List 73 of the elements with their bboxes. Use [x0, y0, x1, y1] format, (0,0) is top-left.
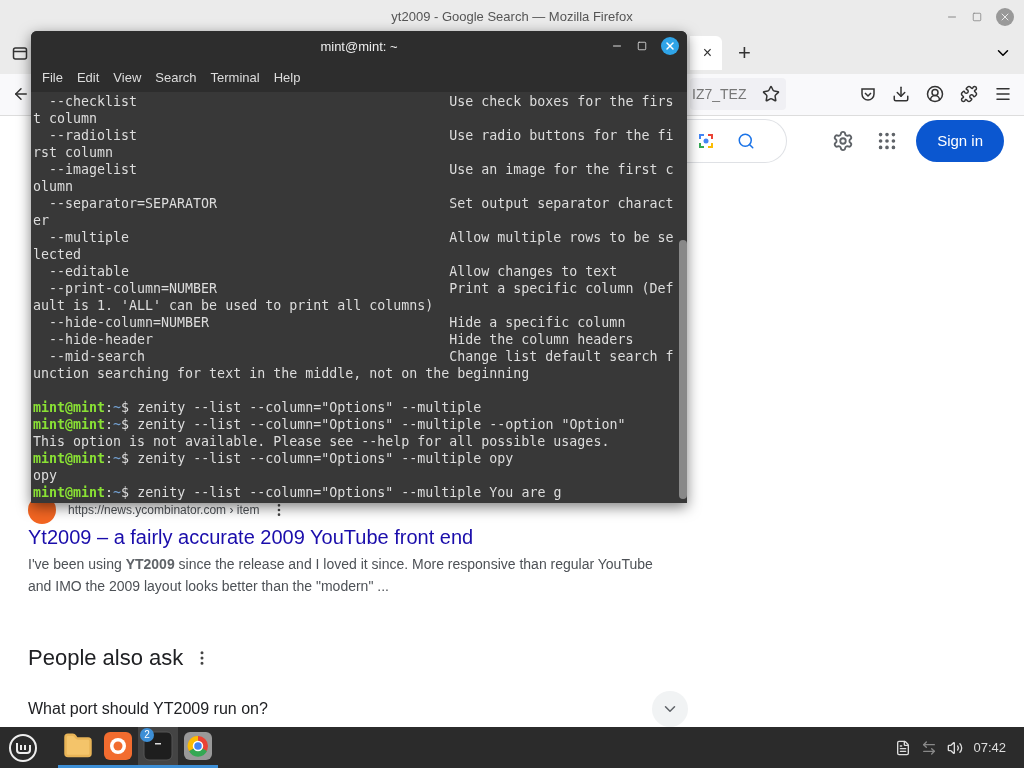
output-line: ault is 1. 'ALL' can be used to print all columns) [33, 297, 434, 314]
option-description: Use radio buttons for the fi [449, 127, 674, 144]
close-icon [999, 11, 1011, 23]
option-description: Allow multiple rows to be se [449, 229, 674, 246]
option-name: --hide-header [48, 331, 155, 348]
download-icon[interactable] [892, 85, 910, 104]
menu-item[interactable]: View [106, 69, 149, 85]
sign-in-button[interactable]: Sign in [916, 119, 1004, 162]
option-name: --multiple [48, 229, 131, 246]
lens-icon[interactable] [697, 131, 716, 150]
browser-logo-icon[interactable] [183, 731, 213, 761]
menu-item[interactable]: Help [266, 69, 308, 85]
star-icon[interactable] [762, 85, 780, 104]
output-line: olumn [33, 178, 74, 195]
option-description: Hide a specific column [449, 314, 626, 331]
window-title: yt2009 - Google Search — Mozilla Firefox [391, 9, 633, 24]
tab-close-button[interactable]: × [698, 44, 716, 63]
option-description: Set output separator charact [449, 195, 674, 212]
close-icon [664, 40, 676, 52]
network-icon[interactable] [921, 739, 938, 756]
output-line: lected [33, 246, 82, 263]
result-title-link[interactable]: Yt2009 – a fairly accurate 2009 YouTube front end [28, 526, 688, 549]
menu-item[interactable]: Terminal [203, 69, 267, 85]
option-name: --hide-column=NUMBER [48, 314, 211, 331]
section-heading: People also ask [28, 645, 184, 671]
menu-item[interactable]: File [35, 69, 70, 85]
output-line: t column [33, 110, 98, 127]
output-line: opy [33, 467, 58, 484]
option-name: --mid-search [48, 348, 147, 365]
output-line: er [33, 212, 49, 229]
option-name: --separator=SEPARATOR [48, 195, 219, 212]
option-name: --print-column=NUMBER [48, 280, 219, 297]
menu-logo-icon[interactable] [8, 732, 38, 763]
output-line: This option is not available. Please see --help for all possible usages. [33, 433, 610, 450]
option-description: Hide the column headers [449, 331, 634, 348]
terminal-icon[interactable] [143, 731, 173, 761]
option-description: Print a specific column (Def [449, 280, 674, 297]
terminal-title: mint@mint: ~ [320, 39, 398, 54]
tab-list-icon[interactable] [12, 45, 28, 62]
result-url[interactable]: https://news.ycombinator.com › item [68, 503, 260, 517]
clock[interactable]: 07:42 [973, 740, 1006, 755]
option-description: Change list default search f [449, 348, 674, 365]
prompt-line: mint@mint:~$ zenity --list --column="Options" --multiple --option "Option" [33, 416, 626, 433]
option-description: Allow changes to text [449, 263, 618, 280]
option-description: Use check boxes for the firs [449, 93, 674, 110]
menu-item[interactable]: Edit [69, 69, 107, 85]
prompt-line: mint@mint:~$ zenity --list --column="Options" --multiple You are g [33, 484, 562, 501]
option-name: --editable [48, 263, 131, 280]
output-line: unction searching for text in the middle, not on the beginning [33, 365, 530, 382]
address-field[interactable]: IZ7_TEZ [690, 78, 786, 111]
prompt-line: mint@mint:~$ zenity --list --column="Options" --multiple [33, 399, 482, 416]
shield-icon[interactable] [860, 86, 876, 103]
document-icon[interactable] [895, 739, 912, 756]
option-description: Use an image for the first c [449, 161, 674, 178]
menu-item[interactable]: Search [148, 69, 204, 85]
question-text[interactable]: What port should YT2009 run on? [28, 700, 268, 718]
browser-tab[interactable]: × [690, 36, 722, 71]
option-name: --radiolist [48, 127, 139, 144]
window-count-badge: 2 [140, 728, 154, 742]
settings-icon[interactable] [832, 129, 855, 152]
prompt-line: mint@mint:~$ zenity --list --column="Options" --multiple opy [33, 450, 514, 467]
new-tab-button[interactable]: + [734, 40, 755, 67]
close-button[interactable] [661, 37, 679, 55]
fox-logo-icon[interactable] [103, 731, 133, 761]
scrollbar-thumb[interactable] [679, 240, 687, 499]
option-name: --checklist [48, 93, 139, 110]
output-line: rst column [33, 144, 114, 161]
extensions-icon[interactable] [960, 85, 978, 104]
account-icon[interactable] [926, 85, 944, 104]
option-name: --imagelist [48, 161, 139, 178]
search-icon[interactable] [737, 131, 756, 150]
result-snippet: I've been using YT2009 since the release and I loved it since. More responsive than regular YouTube and IMO the 2009 layout looks better than the "modern" ... [28, 555, 654, 596]
volume-icon[interactable] [947, 739, 964, 756]
